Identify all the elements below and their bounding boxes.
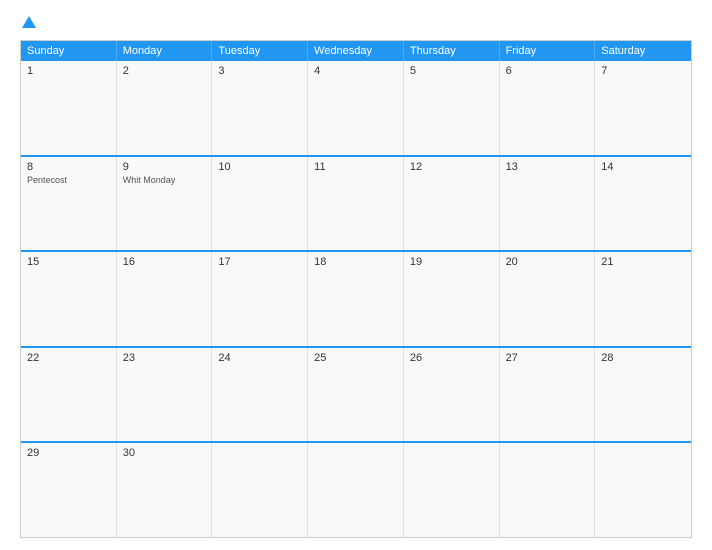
day-cell: 4 [308,61,404,155]
week-row-4: 29 30 [21,441,691,537]
holiday-label: Pentecost [27,175,110,186]
day-cell: 28 [595,348,691,442]
day-cell: 16 [117,252,213,346]
day-number: 29 [27,447,110,459]
week-row-2: 15 16 17 18 19 20 21 [21,250,691,346]
day-number: 25 [314,352,397,364]
day-header-thursday: Thursday [404,41,500,61]
day-cell [500,443,596,537]
day-cell: 15 [21,252,117,346]
day-cell: 23 [117,348,213,442]
logo-triangle-icon [22,16,36,28]
day-cell: 25 [308,348,404,442]
day-cell: 14 [595,157,691,251]
day-number: 22 [27,352,110,364]
day-headers-row: SundayMondayTuesdayWednesdayThursdayFrid… [21,41,691,61]
day-number: 15 [27,256,110,268]
day-cell [308,443,404,537]
day-cell: 26 [404,348,500,442]
day-cell: 27 [500,348,596,442]
header [20,16,692,30]
day-number: 4 [314,65,397,77]
day-cell: 21 [595,252,691,346]
day-header-friday: Friday [500,41,596,61]
day-cell: 6 [500,61,596,155]
day-cell [212,443,308,537]
day-cell: 11 [308,157,404,251]
day-number: 6 [506,65,589,77]
day-header-tuesday: Tuesday [212,41,308,61]
day-number: 23 [123,352,206,364]
day-number: 30 [123,447,206,459]
day-number: 11 [314,161,397,173]
day-cell: 24 [212,348,308,442]
day-number: 17 [218,256,301,268]
day-cell: 13 [500,157,596,251]
weeks-container: 12345678Pentecost9Whit Monday10111213141… [21,61,691,537]
day-header-sunday: Sunday [21,41,117,61]
week-row-0: 1234567 [21,61,691,155]
day-cell: 22 [21,348,117,442]
day-number: 26 [410,352,493,364]
day-number: 12 [410,161,493,173]
day-number: 14 [601,161,685,173]
week-row-1: 8 Pentecost 9 Whit Monday 10 11 12 13 14 [21,155,691,251]
day-header-saturday: Saturday [595,41,691,61]
day-header-monday: Monday [117,41,213,61]
day-header-wednesday: Wednesday [308,41,404,61]
day-number: 27 [506,352,589,364]
day-cell [404,443,500,537]
day-number: 3 [218,65,301,77]
day-cell: 17 [212,252,308,346]
day-cell: 1 [21,61,117,155]
logo [20,16,36,30]
day-number: 24 [218,352,301,364]
day-number: 21 [601,256,685,268]
day-number: 5 [410,65,493,77]
holiday-label: Whit Monday [123,175,206,186]
day-cell: 5 [404,61,500,155]
day-number: 28 [601,352,685,364]
day-cell: 2 [117,61,213,155]
day-cell: 18 [308,252,404,346]
day-number: 10 [218,161,301,173]
day-cell [595,443,691,537]
day-cell: 3 [212,61,308,155]
day-cell: 19 [404,252,500,346]
logo-wordmark [20,16,36,30]
day-cell: 8 Pentecost [21,157,117,251]
day-cell: 12 [404,157,500,251]
day-cell: 9 Whit Monday [117,157,213,251]
day-number: 19 [410,256,493,268]
day-number: 7 [601,65,685,77]
day-number: 20 [506,256,589,268]
day-number: 16 [123,256,206,268]
day-cell: 30 [117,443,213,537]
day-cell: 20 [500,252,596,346]
week-row-3: 22 23 24 25 26 27 28 [21,346,691,442]
calendar-page: SundayMondayTuesdayWednesdayThursdayFrid… [0,0,712,550]
day-number: 8 [27,161,110,173]
day-number: 9 [123,161,206,173]
calendar-grid: SundayMondayTuesdayWednesdayThursdayFrid… [20,40,692,538]
day-cell: 10 [212,157,308,251]
day-number: 13 [506,161,589,173]
day-cell: 29 [21,443,117,537]
day-number: 1 [27,65,110,77]
day-cell: 7 [595,61,691,155]
day-number: 2 [123,65,206,77]
day-number: 18 [314,256,397,268]
